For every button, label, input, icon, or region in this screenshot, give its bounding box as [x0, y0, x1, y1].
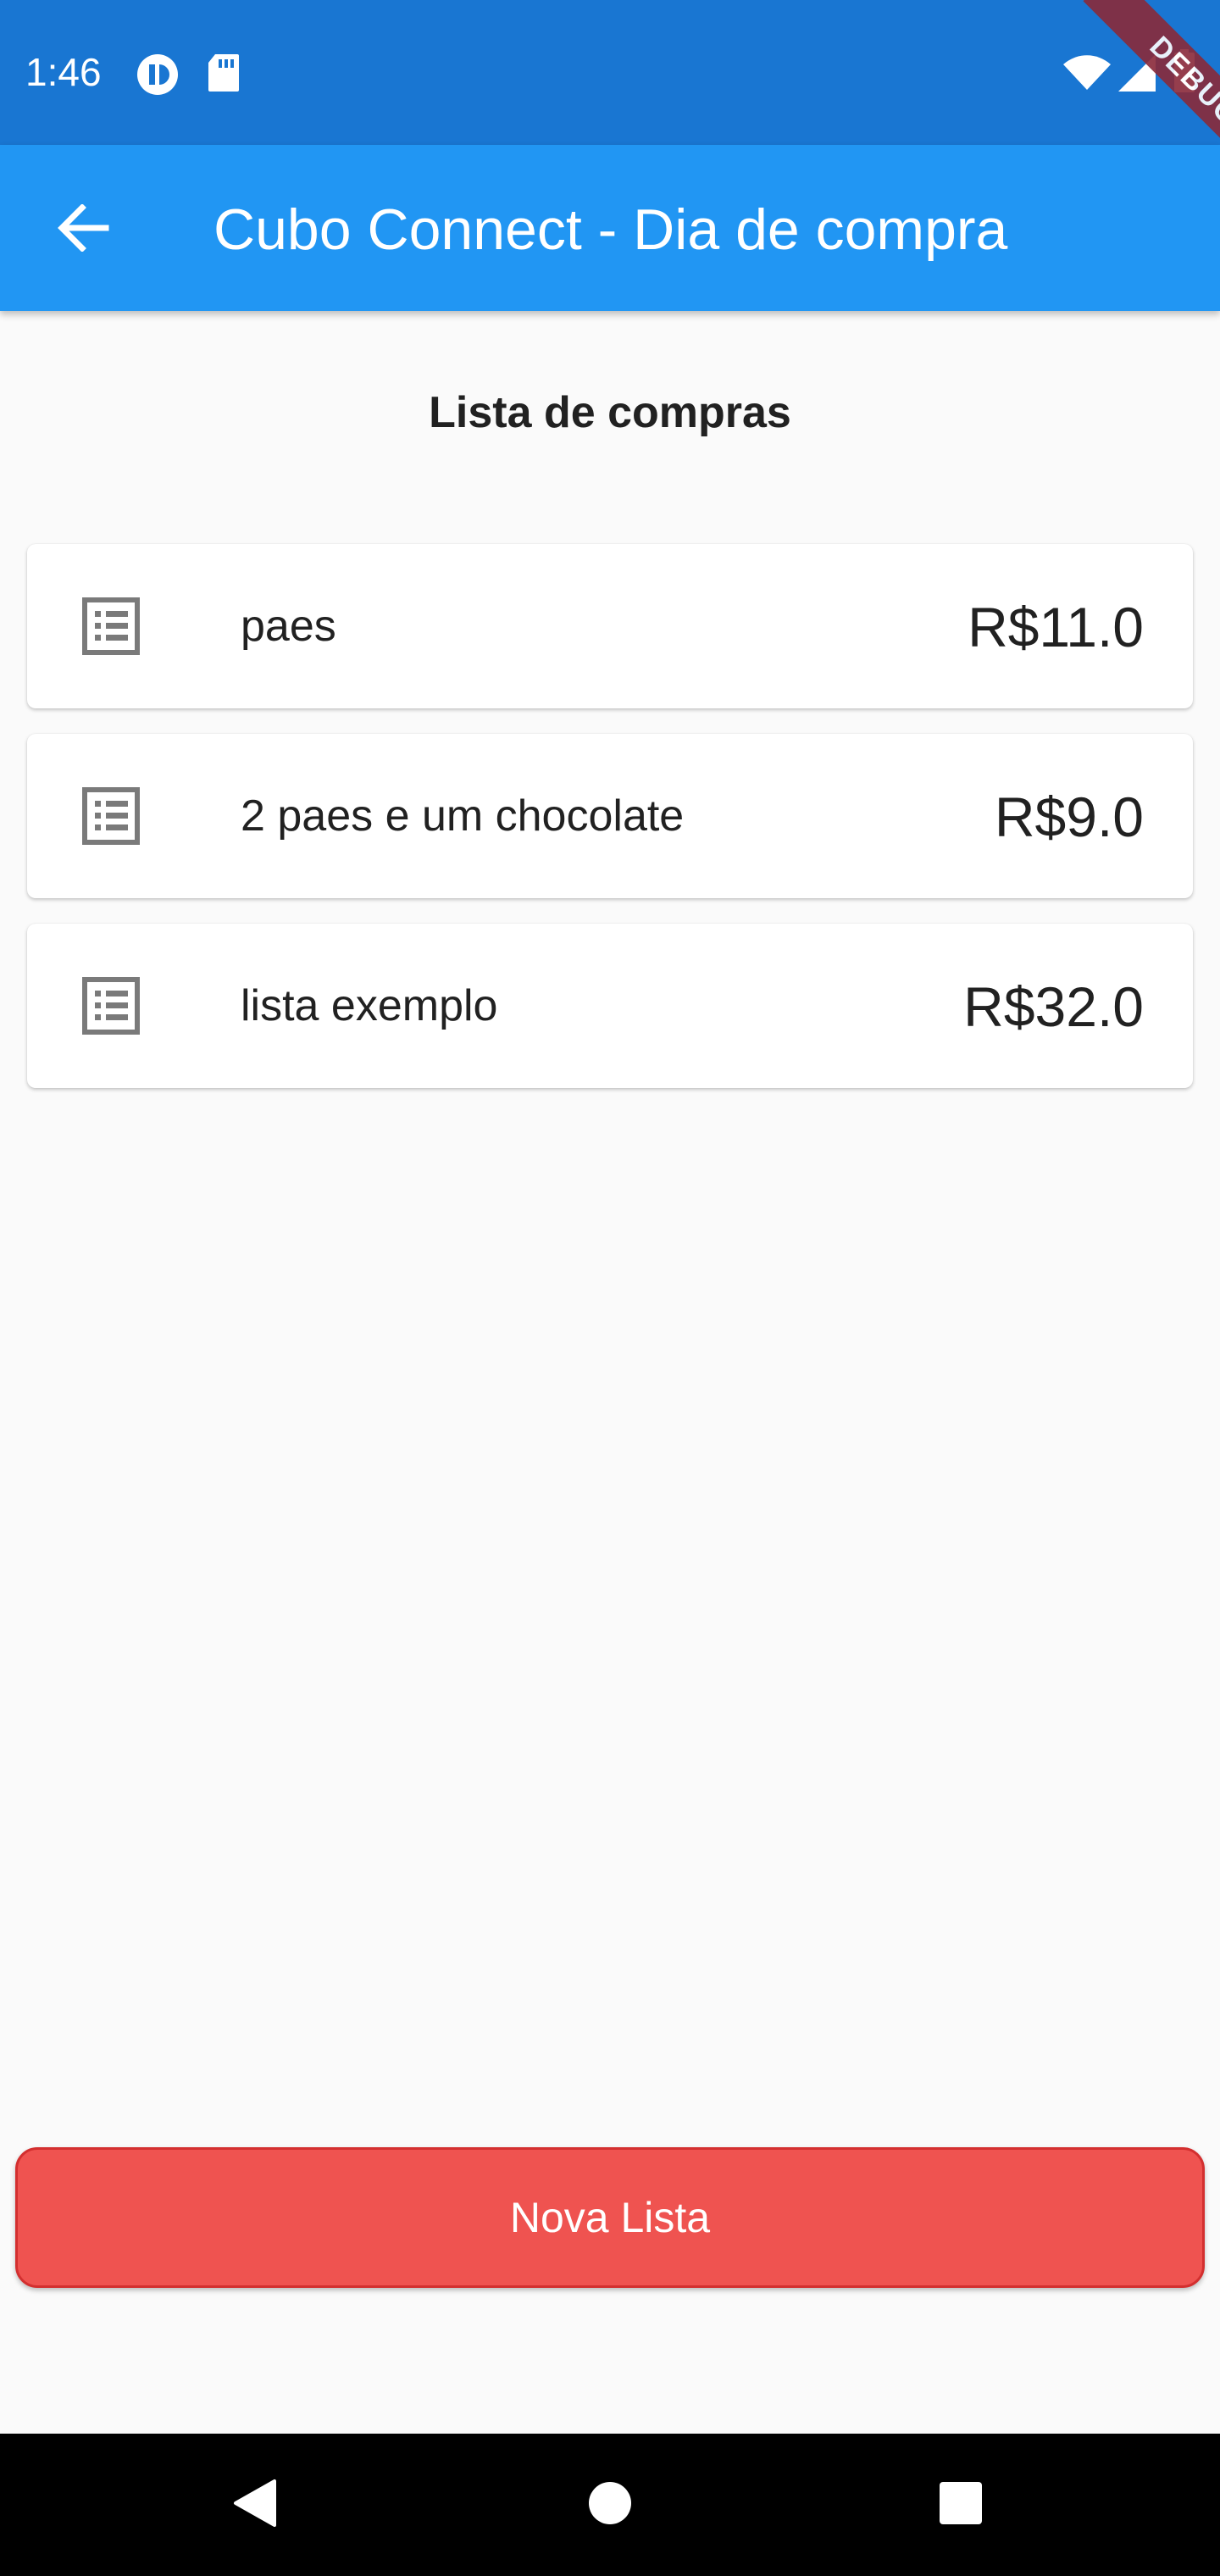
triangle-back-icon [230, 2478, 278, 2533]
status-time: 1:46 [25, 50, 102, 94]
square-recents-icon [937, 2479, 984, 2531]
new-list-button[interactable]: Nova Lista [15, 2147, 1205, 2288]
section-title: Lista de compras [429, 388, 791, 437]
list-item[interactable]: lista exemplo R$32.0 [27, 924, 1193, 1088]
nav-recents-button[interactable] [927, 2471, 995, 2539]
back-button[interactable] [41, 187, 125, 272]
status-bar: 1:46 [0, 0, 1220, 145]
list-item-price: R$32.0 [963, 975, 1144, 1038]
sd-card-icon [207, 53, 241, 97]
list-item-name: lista exemplo [241, 981, 498, 1030]
list-item[interactable]: 2 paes e um chocolate R$9.0 [27, 734, 1193, 898]
list-item-price: R$11.0 [968, 596, 1144, 658]
wifi-icon [1062, 54, 1112, 96]
nav-home-button[interactable] [576, 2471, 644, 2539]
signal-icon [1117, 53, 1157, 97]
list-item-name: 2 paes e um chocolate [241, 791, 685, 841]
list-icon [81, 786, 141, 846]
circle-home-icon [586, 2479, 634, 2531]
app-bar: Cubo Connect - Dia de compra [0, 145, 1220, 311]
shopping-list: paes R$11.0 2 paes e um chocolate R$9.0 [27, 544, 1193, 1113]
battery-icon [1173, 49, 1196, 97]
list-item-price: R$9.0 [994, 786, 1144, 848]
nav-back-button[interactable] [220, 2471, 288, 2539]
system-nav-bar [0, 2434, 1220, 2576]
list-item-name: paes [241, 602, 336, 651]
list-item[interactable]: paes R$11.0 [27, 544, 1193, 708]
list-icon [81, 976, 141, 1035]
notification-app-icon [136, 53, 180, 101]
app-title: Cubo Connect - Dia de compra [214, 197, 1008, 262]
list-icon [81, 597, 141, 656]
arrow-back-icon [57, 203, 109, 256]
